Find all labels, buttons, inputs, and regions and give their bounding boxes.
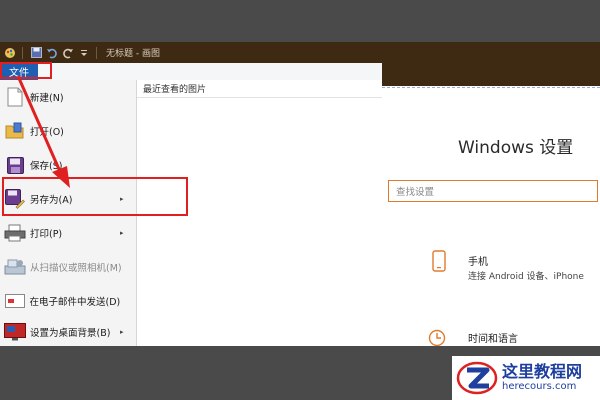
menu-item-new[interactable]: 新建(N) bbox=[0, 80, 136, 114]
menu-item-set-desktop-background[interactable]: 设置为桌面背景(B) ▸ bbox=[0, 318, 136, 346]
canvas-dashed-border bbox=[382, 87, 600, 88]
menu-item-label: 打开(O) bbox=[30, 127, 64, 138]
menu-item-label: 保存(S) bbox=[30, 161, 63, 172]
open-folder-icon bbox=[4, 120, 26, 142]
time-language-icon bbox=[428, 327, 448, 346]
menu-item-label: 从扫描仪或照相机(M) bbox=[30, 263, 122, 274]
menu-item-label: 设置为桌面背景(B) bbox=[30, 328, 111, 339]
settings-title: Windows 设置 bbox=[458, 138, 574, 158]
qat-separator-2 bbox=[96, 46, 97, 59]
submenu-arrow-icon: ▸ bbox=[120, 229, 124, 237]
desktop-background-icon bbox=[4, 321, 26, 343]
settings-top-band bbox=[382, 63, 600, 86]
watermark-site-name: 这里教程网 bbox=[502, 362, 583, 381]
customize-qat-dropdown-icon[interactable] bbox=[78, 47, 90, 59]
ribbon-tab-strip bbox=[38, 63, 382, 81]
qat-separator bbox=[22, 46, 23, 59]
printer-icon bbox=[4, 222, 26, 244]
annotation-box-save-as bbox=[2, 177, 188, 216]
site-watermark: 这里教程网 herecours.com bbox=[452, 356, 600, 400]
windows-settings-window: Windows 设置 查找设置 手机 连接 Android 设备、iPhone … bbox=[382, 63, 600, 346]
submenu-arrow-icon: ▸ bbox=[120, 328, 124, 336]
window-title: 无标题 - 画图 bbox=[106, 49, 160, 59]
menu-item-send-email[interactable]: 在电子邮件中发送(D) bbox=[0, 284, 136, 318]
menu-item-label: 新建(N) bbox=[30, 93, 64, 104]
menu-item-label: 打印(P) bbox=[30, 229, 63, 240]
scanner-icon bbox=[4, 256, 26, 278]
watermark-site-url: herecours.com bbox=[502, 381, 577, 392]
menu-item-from-scanner[interactable]: 从扫描仪或照相机(M) bbox=[0, 250, 136, 284]
top-dark-area bbox=[0, 0, 600, 42]
annotation-box-file bbox=[0, 62, 52, 79]
undo-icon[interactable] bbox=[46, 47, 58, 59]
title-bar: 无标题 - 画图 bbox=[0, 42, 600, 63]
paint-app-icon[interactable] bbox=[4, 47, 16, 59]
site-logo-icon bbox=[456, 361, 498, 395]
bottom-dark-area bbox=[0, 346, 382, 400]
phone-setting-title[interactable]: 手机 bbox=[468, 253, 488, 268]
menu-item-open[interactable]: 打开(O) bbox=[0, 114, 136, 148]
email-icon bbox=[4, 290, 26, 312]
new-file-icon bbox=[4, 86, 26, 108]
save-icon bbox=[4, 154, 26, 176]
menu-item-print[interactable]: 打印(P) ▸ bbox=[0, 216, 136, 250]
settings-search-input[interactable]: 查找设置 bbox=[388, 180, 598, 202]
menu-item-label: 在电子邮件中发送(D) bbox=[29, 297, 121, 308]
redo-icon[interactable] bbox=[62, 47, 74, 59]
quick-save-icon[interactable] bbox=[30, 47, 42, 59]
phone-icon bbox=[432, 250, 446, 272]
phone-setting-description: 连接 Android 设备、iPhone bbox=[468, 272, 584, 282]
recent-pictures-header: 最近查看的图片 bbox=[137, 80, 382, 98]
time-language-setting-title[interactable]: 时间和语言 bbox=[468, 330, 518, 345]
